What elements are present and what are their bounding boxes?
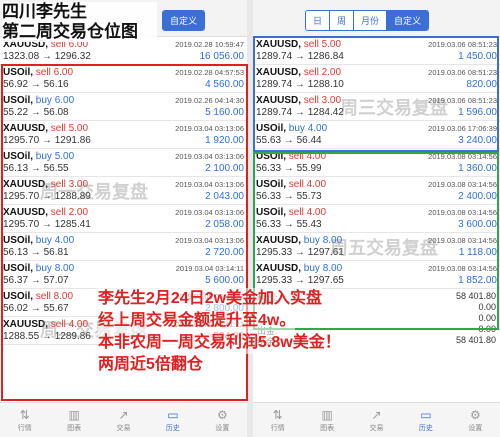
watermark-friday: 周五交易复盘 (330, 238, 438, 258)
tab-label: 行情 (17, 425, 32, 432)
tab-chart[interactable]: ▥ 图表 (49, 403, 98, 437)
trade-icon: ↗ (118, 408, 129, 422)
tab-label: 行情 (270, 425, 285, 432)
bottom-tab-bar: ⇅ 行情 ▥ 图表 ↗ 交易 ▭ 历史 ⚙ 设置 (0, 402, 247, 437)
trade-price: 1323.08 → 1296.32 (3, 51, 91, 62)
promo-text: 李先生2月24日2w美金加入实盘 经上周交易金额提升至4w。 本非农周一周交易利… (98, 288, 493, 376)
history-icon: ▭ (420, 408, 432, 422)
period-day-button[interactable]: 日 (306, 11, 331, 30)
overlay-title-line2: 第二周交易仓位图 (2, 22, 138, 41)
tab-history[interactable]: ▭ 历史 (401, 403, 450, 437)
tab-quotes[interactable]: ⇅ 行情 (0, 403, 49, 437)
period-toolbar: 日 周 月份 自定义 (253, 0, 500, 37)
trade-icon: ↗ (371, 408, 382, 422)
tab-label: 交易 (116, 425, 131, 432)
period-custom-button[interactable]: 自定义 (163, 11, 205, 30)
tab-label: 交易 (369, 425, 384, 432)
tab-label: 设置 (215, 425, 230, 432)
promo-line: 李先生2月24日2w美金加入实盘 (98, 288, 323, 310)
bottom-tab-bar: ⇅ 行情 ▥ 图表 ↗ 交易 ▭ 历史 ⚙ 设置 (253, 402, 500, 437)
promo-line: 两周近5倍翻仓 (98, 354, 203, 376)
quotes-icon: ⇅ (272, 408, 283, 422)
tab-trade[interactable]: ↗ 交易 (99, 403, 148, 437)
tab-label: 图表 (67, 425, 82, 432)
tab-chart[interactable]: ▥ 图表 (302, 403, 351, 437)
watermark-monday: 周一交易复盘 (40, 182, 148, 202)
tab-settings[interactable]: ⚙ 设置 (198, 403, 247, 437)
tab-label: 历史 (418, 425, 433, 432)
overlay-title: 四川李先生 第二周交易仓位图 (2, 2, 157, 42)
tab-quotes[interactable]: ⇅ 行情 (253, 403, 302, 437)
period-segment: 日 周 月份 自定义 (305, 10, 430, 31)
tab-label: 历史 (165, 425, 180, 432)
period-custom-button[interactable]: 自定义 (387, 11, 429, 30)
tab-label: 图表 (320, 425, 335, 432)
gear-icon: ⚙ (216, 408, 228, 422)
tab-trade[interactable]: ↗ 交易 (352, 403, 401, 437)
chart-icon: ▥ (68, 408, 80, 422)
quotes-icon: ⇅ (19, 408, 30, 422)
period-week-button[interactable]: 周 (330, 11, 355, 30)
tab-label: 设置 (468, 425, 483, 432)
chart-icon: ▥ (321, 408, 333, 422)
overlay-title-line1: 四川李先生 (2, 2, 87, 21)
promo-line: 本非农周一周交易利润5.8w美金！ (98, 332, 341, 354)
promo-line: 经上周交易金额提升至4w。 (98, 310, 296, 332)
tab-history[interactable]: ▭ 历史 (148, 403, 197, 437)
trade-date: 2019.02.28 10:59:47 (175, 40, 244, 49)
period-segment: 自定义 (162, 10, 206, 31)
tab-settings[interactable]: ⚙ 设置 (451, 403, 500, 437)
trade-profit: 16 056.00 (199, 51, 245, 62)
period-month-button[interactable]: 月份 (354, 11, 388, 30)
watermark-wednesday: 周三交易复盘 (340, 98, 448, 118)
gear-icon: ⚙ (469, 408, 481, 422)
history-icon: ▭ (167, 408, 179, 422)
